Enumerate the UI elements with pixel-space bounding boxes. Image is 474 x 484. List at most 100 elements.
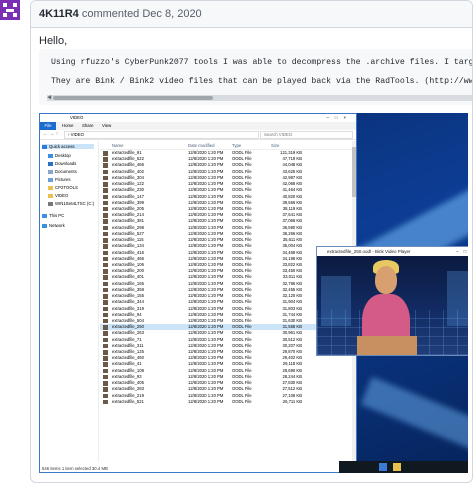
file-icon [103,306,108,311]
file-icon [103,294,108,299]
file-icon [103,387,108,392]
code-line-1: Using rfuzzo's CyberPunk2077 tools I was… [51,58,473,67]
nav-label: Desktop [55,153,71,158]
player-titlebar: extractedfile_250.oodl - Bink Video Play… [317,247,468,256]
document-icon [48,169,53,174]
nav-quick-access[interactable]: Quick access [42,144,94,149]
nav-documents[interactable]: Documents [48,169,77,174]
character-head [375,266,397,294]
file-icon [103,350,108,355]
file-icon [103,206,108,212]
file-icon [103,393,108,399]
search-input[interactable]: Search VIDEO [260,131,353,139]
scroll-left-icon[interactable]: ◀ [47,93,51,102]
nav-label: Documents [55,169,77,174]
file-icon [103,269,108,274]
file-date: 12/8/2020 1:20 PM [188,398,224,404]
file-icon [103,250,108,256]
table-row[interactable]: extractedfile_521 12/8/2020 1:20 PM OODL F… [100,399,356,405]
file-size: 26,711 KB [282,398,302,404]
nav-drive-c[interactable]: WIN10x64LTSC (C:) [48,201,94,206]
explorer-title: VIDEO [70,115,84,120]
file-icon [103,163,108,168]
nav-pictures[interactable]: Pictures [48,177,71,182]
file-icon [103,238,108,243]
file-icon [103,200,108,206]
network-icon [42,223,47,228]
window-controls-icon[interactable]: –□× [456,247,468,256]
desktop-icon [48,153,53,158]
file-icon [103,300,108,305]
scrollbar-thumb[interactable] [53,96,213,100]
column-size[interactable]: Size [271,143,279,148]
file-icon [103,275,108,280]
file-icon [103,318,108,324]
news-desk [357,336,417,355]
folder-icon [48,185,53,190]
file-explorer-window: VIDEO –□× File Home Share View ← → ↑ › V… [39,113,357,473]
status-bar: 546 items 1 item selected 30.4 MB [42,466,108,471]
nav-label: Network [49,223,65,228]
file-icon [103,219,108,224]
code-block: Using rfuzzo's CyberPunk2077 tools I was… [39,49,473,105]
code-line-2: They are Bink / Bink2 video files that c… [51,77,472,86]
nav-label: WIN10x64LTSC (C:) [55,201,95,206]
scrollbar-thumb[interactable] [352,147,356,197]
address-bar[interactable]: › VIDEO [64,131,259,139]
nav-desktop[interactable]: Desktop [48,153,71,158]
taskbar-app-icon[interactable] [379,463,387,471]
file-icon [103,281,108,287]
nav-downloads[interactable]: Downloads [48,161,76,166]
file-type: OODL File [232,398,252,404]
column-date-modified[interactable]: Date modified [188,143,215,148]
video-frame [317,256,468,355]
ribbon-tab-home[interactable]: Home [62,123,73,128]
file-icon [103,337,108,343]
file-icon [103,362,108,367]
taskbar-folder-icon[interactable] [393,463,401,471]
nav-this-pc[interactable]: This PC [42,213,64,218]
horizontal-scrollbar[interactable]: ◀ ▶ [47,93,472,102]
file-icon [103,374,108,380]
nav-arrows-icon[interactable]: ← → ↑ [43,131,58,137]
video-player-window: extractedfile_250.oodl - Bink Video Play… [316,246,468,356]
screenshot-image: VIDEO –□× File Home Share View ← → ↑ › V… [39,113,468,473]
ribbon-tab-file[interactable]: File [40,122,56,130]
file-icon [103,399,108,405]
file-icon [103,381,108,386]
explorer-titlebar: VIDEO –□× [40,114,356,122]
nav-label: This PC [49,213,65,218]
comment-author[interactable]: 4K11R4 [39,8,79,20]
file-icon [103,194,108,200]
ribbon-tab-share[interactable]: Share [82,123,93,128]
file-icon [103,169,108,175]
nav-video[interactable]: VIDEO [48,193,68,198]
column-name[interactable]: Name [112,143,123,148]
nav-network[interactable]: Network [42,223,65,228]
column-type[interactable]: Type [232,143,241,148]
picture-icon [48,177,53,182]
ribbon-tab-view[interactable]: View [102,123,111,128]
nav-label: CP2TOOLS [55,185,78,190]
file-icon [103,157,108,162]
nav-label: Quick access [49,144,75,149]
navigation-pane: Quick access Desktop Downloads Documents… [40,141,99,462]
comment-timestamp[interactable]: commented Dec 8, 2020 [82,8,202,20]
nav-cp2tools[interactable]: CP2TOOLS [48,185,78,190]
explorer-ribbon: File Home Share View [40,122,356,130]
file-icon [103,343,108,349]
comment: 4K11R4 commented Dec 8, 2020 Hello, Usin… [30,0,473,483]
file-icon [103,262,108,268]
star-icon [42,144,47,149]
file-icon [103,356,108,361]
window-controls-icon[interactable]: –□× [327,114,353,122]
file-icon [103,225,108,231]
download-icon [48,161,53,166]
file-icon [103,287,108,293]
file-icon [103,182,108,187]
file-name: extractedfile_521 [112,398,144,404]
user-avatar[interactable] [0,0,20,20]
file-icon [103,175,108,181]
comment-greeting: Hello, [39,35,68,47]
column-headers: Name Date modified Type Size [100,141,356,150]
